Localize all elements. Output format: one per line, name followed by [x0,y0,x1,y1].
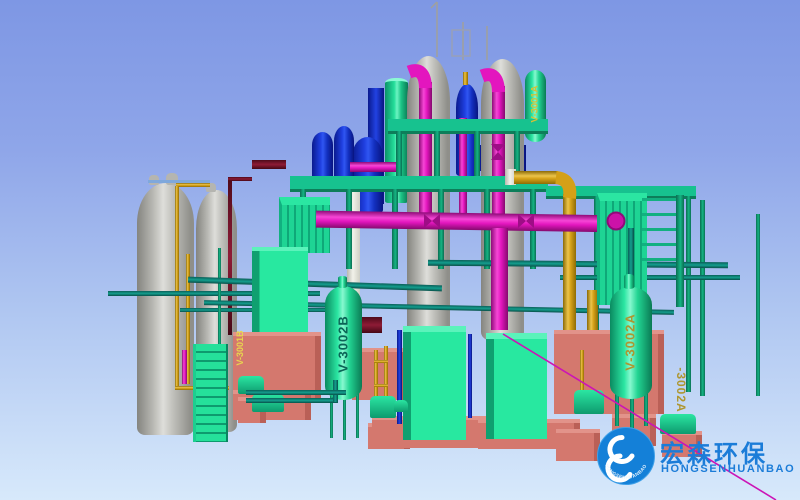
agitator-bar [374,384,388,387]
tag-v3001b: V-3001B [235,330,245,365]
green-panel-rack [252,247,308,337]
agitator-rod [580,350,584,392]
vessel-leg [343,394,346,440]
pump [574,390,604,414]
far-post [700,200,705,396]
pump-motor [394,400,408,412]
vessel-nozzle [338,276,347,288]
gold-pipe [175,186,179,388]
wire-frame [452,30,470,56]
tag-3002a: -3002A [674,367,688,412]
maroon-pipe [228,177,252,181]
magenta-main-header [316,211,618,233]
right-frame-post [686,196,691,392]
teal-ground-pipe [246,398,338,403]
green-box-tank-2 [486,333,547,439]
green-mast [218,248,221,348]
plant-3d-render: V-3002B V-3002A -3002A V-3001A V-3001B H… [0,0,800,500]
hongsen-h-monogram [608,456,630,480]
gold-pipe [176,183,210,187]
hx-end-post [676,195,684,307]
teal-ground-pipe [246,390,346,395]
agitator-bar [374,360,388,363]
vessel-leg [356,392,359,438]
vessel-nozzle [624,274,634,289]
maroon-pipe [252,160,286,169]
tag-v3002b: V-3002B [336,315,351,373]
guy-wire [431,2,437,8]
beam-support [474,131,480,179]
pump [660,414,696,434]
blue-post [468,334,472,418]
magenta-pipe [350,162,396,172]
platform-beam-top [388,119,548,134]
platform-leg [346,189,352,269]
platform-leg [392,189,398,269]
company-name-en: HONGSENHUANBAO [661,463,795,475]
tag-v3002a: V-3002A [623,313,638,371]
far-post [756,214,760,396]
tie-rods [642,198,678,270]
gold-pipe-header [514,171,558,184]
instrument [463,72,468,85]
teal-pipe-run [560,275,740,280]
blue-vessel-small [334,126,354,183]
tag-v3001a: V-3001A [530,86,541,123]
blue-vessel-small [312,132,333,182]
ladder-tower [193,344,228,442]
logo-ring-text: HONGSENHUANBAO [604,463,647,480]
pedestal [556,429,600,461]
beam-support [434,131,440,179]
pump [252,394,284,412]
magenta-pipe [182,350,187,384]
magenta-riser [492,86,505,218]
magenta-riser [419,82,432,218]
green-box-tank-1 [403,326,466,440]
beam-support [396,131,402,179]
magenta-downcomer [491,228,508,330]
pump [370,396,396,418]
